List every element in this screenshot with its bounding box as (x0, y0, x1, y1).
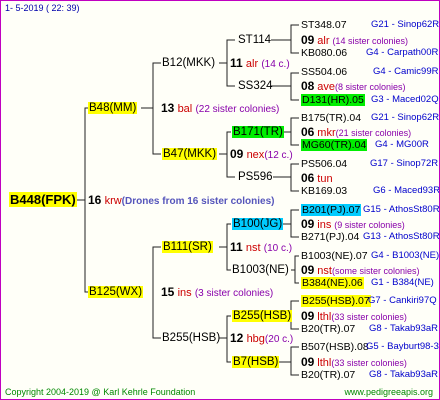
g4-info-2: G4 - Carpath00R (366, 47, 439, 58)
g4-info-11: G4 - B1003(NE) (371, 250, 440, 261)
g2-queen-2[interactable]: B47(MKK) (162, 147, 218, 161)
g3-queen-5[interactable]: B100(JG) (232, 217, 284, 231)
g3-mating-8: 09 lthl(33 sister colonies) (301, 355, 407, 369)
g3-mating-1: 09 alr (14 sister colonies) (301, 33, 408, 47)
g2-mating-1: 11 alr (14 c.) (230, 56, 290, 70)
g4-info-12: G1 - B384(NE) (371, 277, 434, 288)
g4-queen-13[interactable]: B255(HSB).07 (301, 295, 371, 307)
g2-queen-4[interactable]: B255(HSB) (162, 331, 220, 345)
g4-info-13: G7 - Cankiri97Q (368, 295, 437, 306)
g4-queen-2[interactable]: KB080.06 (301, 47, 347, 59)
g3-queen-6[interactable]: B1003(NE) (232, 263, 289, 277)
g4-queen-12[interactable]: B384(NE).06 (301, 277, 364, 289)
g2-queen-3[interactable]: B111(SR) (162, 240, 213, 254)
g3-queen-8[interactable]: B7(HSB) (232, 355, 280, 369)
g3-mating-5: 09 ins (9 sister colonies) (301, 217, 405, 231)
g4-queen-10[interactable]: B271(PJ).04 (301, 231, 359, 243)
g3-mating-3: 06 mkr(21 sister colonies) (301, 125, 412, 139)
g4-info-16: G8 - Takab93aR (369, 369, 439, 380)
root-queen[interactable]: B448(FPK) (9, 192, 77, 207)
g4-queen-15[interactable]: B507(HSB).08 (301, 341, 369, 353)
g3-queen-3[interactable]: B171(TR) (232, 125, 284, 139)
g2-mating-3: 11 nst (10 c.) (230, 240, 293, 254)
timestamp-header: 1- 5-2019 ( 22: 39) (5, 3, 80, 13)
root-mating: 16 krw(Drones from 16 sister colonies) (88, 193, 275, 207)
g4-queen-14[interactable]: B20(TR).07 (301, 323, 355, 335)
g4-info-8: G6 - Maced93R (373, 185, 440, 196)
g3-queen-2[interactable]: SS324 (238, 79, 273, 93)
g4-queen-1[interactable]: ST348.07 (301, 19, 347, 31)
g3-queen-1[interactable]: ST114 (238, 33, 271, 47)
g3-mating-6: 09 nst(some sister colonies) (301, 263, 420, 277)
g4-info-7: G17 - Sinop72R (370, 158, 439, 169)
g1-mating-1: 13 bal (22 sister colonies) (161, 101, 280, 115)
copyright-footer: Copyright 2004-2019 @ Karl Kehrle Founda… (5, 387, 196, 397)
g3-mating-7: 09 lthl(33 sister colonies) (301, 309, 407, 323)
g3-queen-7[interactable]: B255(HSB) (232, 309, 293, 323)
g3-queen-4[interactable]: PS596 (238, 170, 273, 184)
g3-mating-2: 08 ave(8 sister colonies) (301, 79, 406, 93)
g4-queen-16[interactable]: B20(TR).07 (301, 369, 355, 381)
g4-queen-6[interactable]: MG60(TR).04 (301, 139, 368, 151)
g4-queen-3[interactable]: SS504.06 (301, 66, 347, 78)
g1-queen-1[interactable]: B48(MM) (88, 101, 138, 115)
g4-info-3: G4 - Camic99R (373, 66, 439, 77)
g2-mating-4: 12 hbg(20 c.) (230, 331, 294, 345)
g2-mating-2: 09 nex(12 c.) (230, 147, 293, 161)
g4-queen-11[interactable]: B1003(NE).07 (301, 250, 368, 262)
g1-queen-2[interactable]: B125(WX) (88, 285, 144, 299)
g4-queen-7[interactable]: PS506.04 (301, 158, 347, 170)
g4-info-5: G21 - Sinop62R (371, 112, 440, 123)
g4-queen-4[interactable]: D131(HR).05 (301, 94, 365, 106)
website-link[interactable]: www.pedigreeapis.org (344, 387, 433, 397)
g4-info-14: G8 - Takab93aR (369, 323, 439, 334)
g4-info-9: G15 - AthosSt80R (363, 204, 440, 215)
g4-info-6: G4 - MG00R (375, 139, 429, 150)
g1-mating-2: 15 ins (3 sister colonies) (161, 285, 274, 299)
g4-info-15: G5 - Bayburt98-3 (366, 341, 439, 352)
g2-queen-1[interactable]: B12(MKK) (162, 56, 215, 70)
g4-info-1: G21 - Sinop62R (371, 19, 440, 30)
pedigree-frame: 1- 5-2019 ( 22: 39) B448(FPK) 16 krw(Dro… (0, 0, 440, 400)
g4-queen-5[interactable]: B175(TR).04 (301, 112, 361, 124)
g4-info-10: G13 - AthosSt80R (363, 231, 440, 242)
g4-queen-9[interactable]: B201(PJ).07 (301, 204, 362, 216)
g4-info-4: G3 - Maced02Q (371, 94, 439, 105)
g4-queen-8[interactable]: KB169.03 (301, 185, 347, 197)
g3-mating-4: 06 tun (301, 171, 333, 185)
